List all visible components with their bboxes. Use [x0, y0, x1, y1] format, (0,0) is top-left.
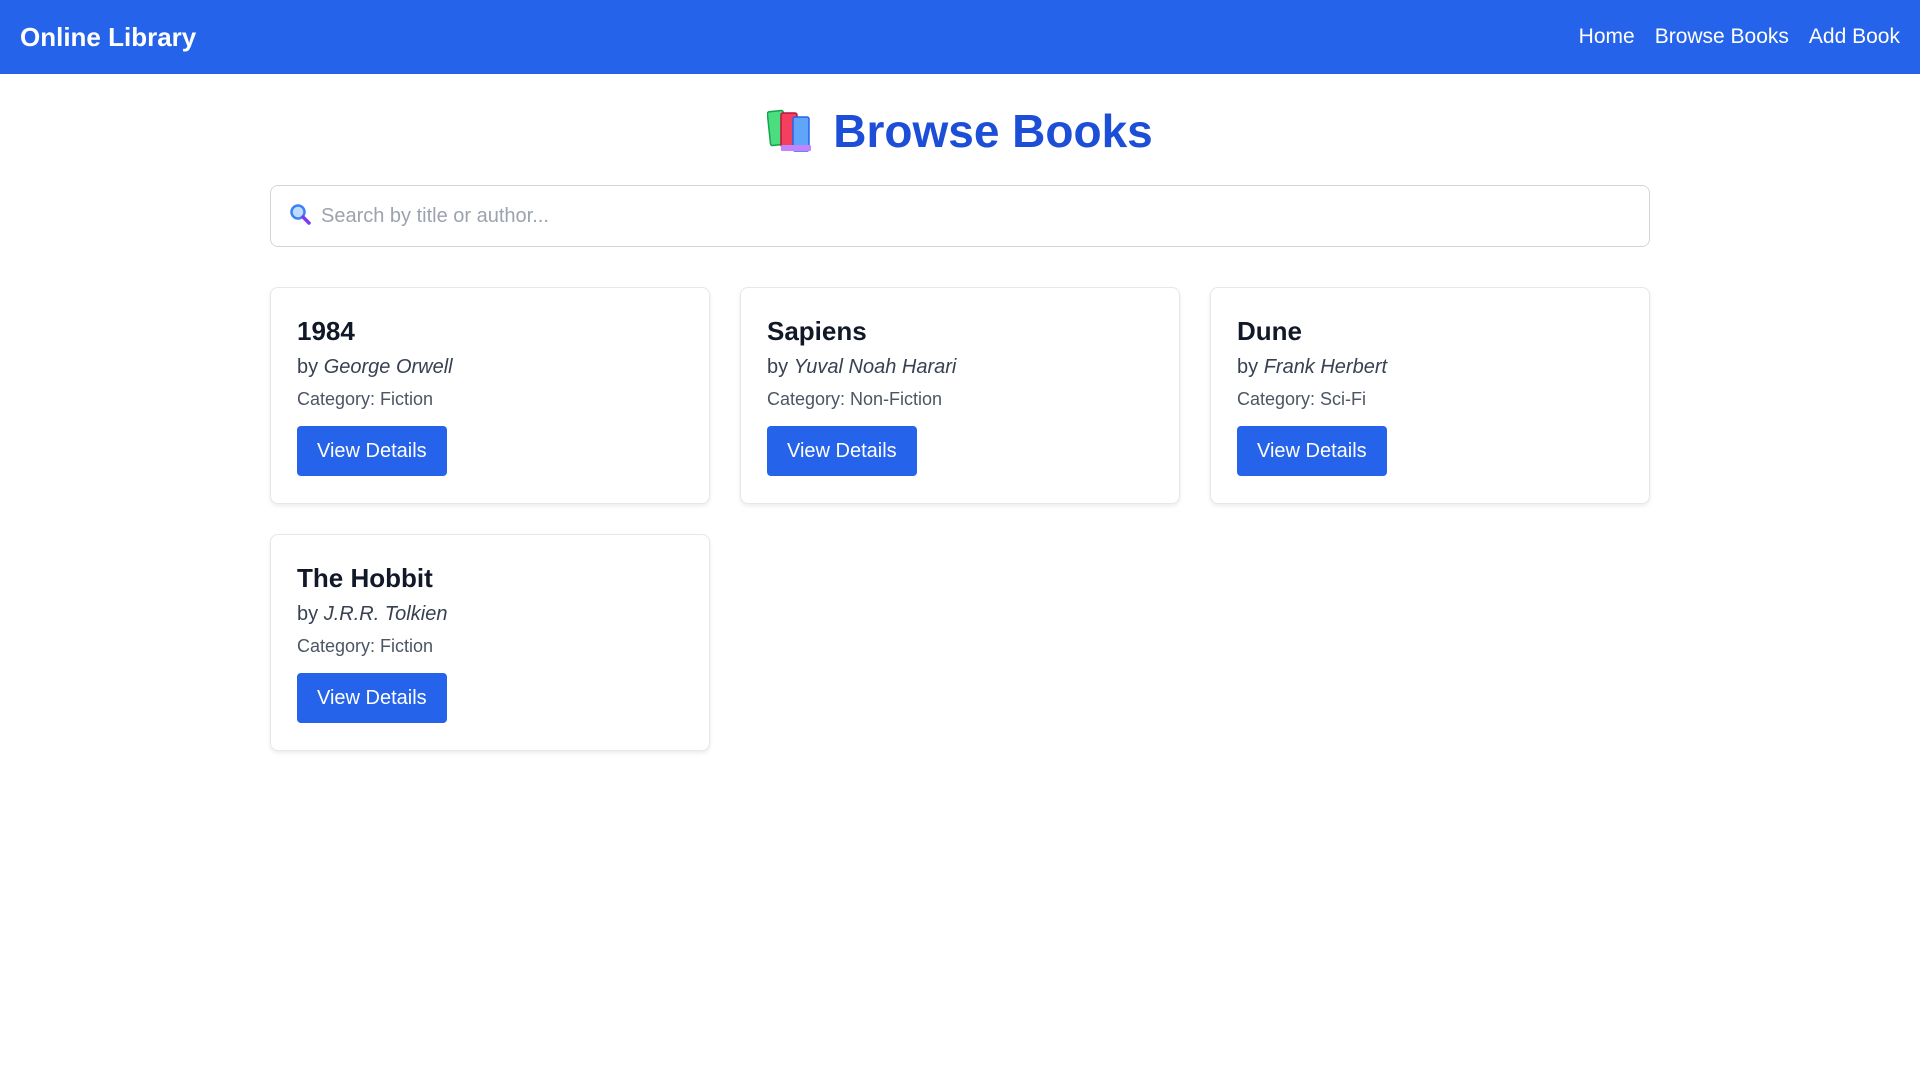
book-author-prefix: by	[297, 603, 319, 625]
book-category: Category: Sci-Fi	[1237, 389, 1367, 409]
books-icon	[766, 109, 815, 153]
book-author-prefix: by	[1237, 356, 1259, 378]
view-details-button[interactable]: View Details	[767, 426, 917, 476]
brand-logo-text[interactable]: Online Library	[20, 22, 196, 53]
page-title: Browse Books	[0, 104, 1920, 158]
book-grid: 1984 by George Orwell Category: Fiction …	[270, 287, 1650, 751]
main-nav: Home Browse Books Add Book	[1579, 25, 1900, 49]
book-author: J.R.R. Tolkien	[323, 603, 448, 625]
view-details-button[interactable]: View Details	[1237, 426, 1387, 476]
book-author: Frank Herbert	[1263, 356, 1388, 378]
book-title: The Hobbit	[297, 563, 433, 593]
book-author: George Orwell	[323, 356, 453, 378]
search-icon	[289, 203, 311, 230]
book-title: Sapiens	[767, 316, 867, 346]
book-author-prefix: by	[767, 356, 789, 378]
view-details-button[interactable]: View Details	[297, 426, 447, 476]
book-author-prefix: by	[297, 356, 319, 378]
search-box[interactable]	[270, 185, 1650, 247]
book-card: 1984 by George Orwell Category: Fiction …	[270, 287, 710, 504]
top-navbar: Online Library Home Browse Books Add Boo…	[0, 0, 1920, 74]
book-author: Yuval Noah Harari	[793, 356, 957, 378]
nav-link-add-book[interactable]: Add Book	[1809, 25, 1900, 49]
book-category: Category: Fiction	[297, 389, 434, 409]
book-author-line: by Yuval Noah Harari	[767, 356, 1153, 379]
book-author-line: by Frank Herbert	[1237, 356, 1623, 379]
page-title-text: Browse Books	[833, 105, 1153, 157]
book-author-line: by George Orwell	[297, 356, 683, 379]
book-card: The Hobbit by J.R.R. Tolkien Category: F…	[270, 534, 710, 751]
search-input[interactable]	[321, 204, 1631, 228]
view-details-button[interactable]: View Details	[297, 673, 447, 723]
book-card: Dune by Frank Herbert Category: Sci-Fi V…	[1210, 287, 1650, 504]
nav-link-browse-books[interactable]: Browse Books	[1655, 25, 1789, 49]
book-title: 1984	[297, 316, 355, 346]
book-category: Category: Non-Fiction	[767, 389, 943, 409]
book-title: Dune	[1237, 316, 1302, 346]
nav-link-home[interactable]: Home	[1579, 25, 1635, 49]
book-author-line: by J.R.R. Tolkien	[297, 603, 683, 626]
book-card: Sapiens by Yuval Noah Harari Category: N…	[740, 287, 1180, 504]
book-category: Category: Fiction	[297, 636, 434, 656]
